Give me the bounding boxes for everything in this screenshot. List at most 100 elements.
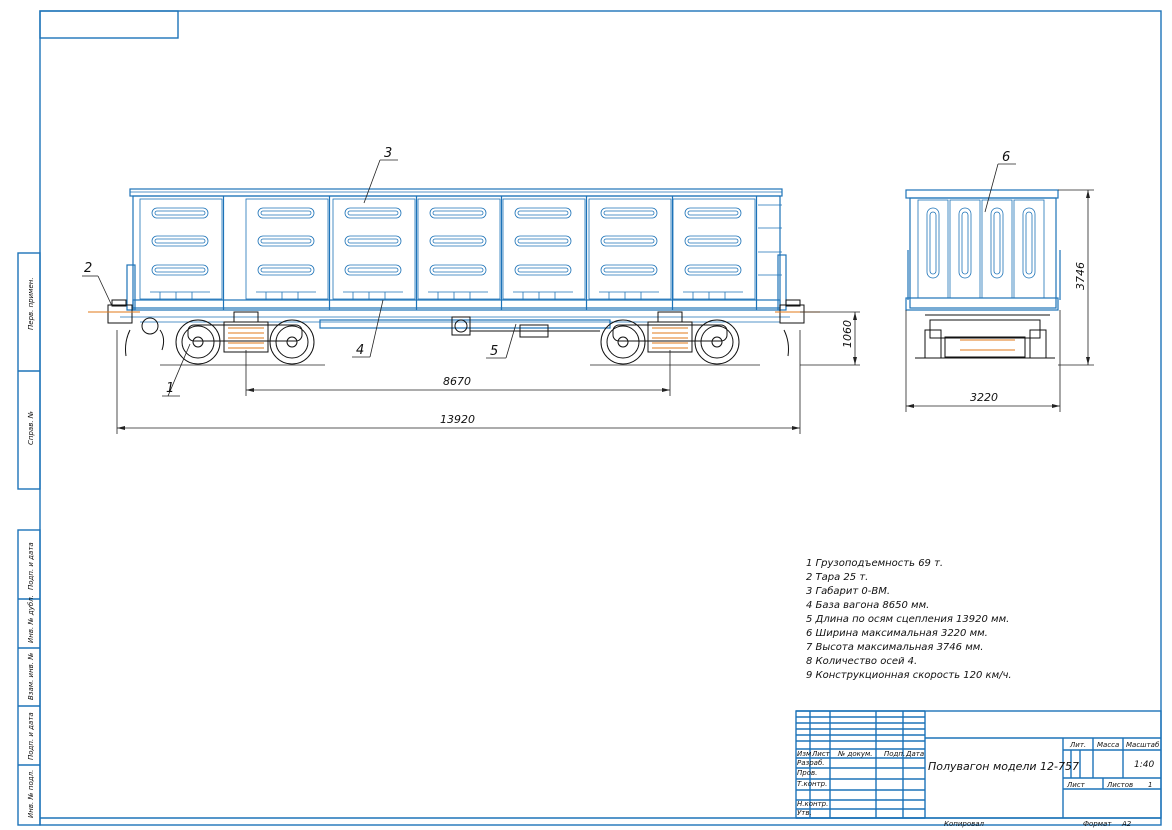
slot — [429, 207, 487, 219]
tb-mass: Масса — [1097, 741, 1119, 749]
tb-header-date: Дата — [905, 750, 924, 758]
slot-inner — [154, 267, 206, 273]
tb-format-label: Формат — [1083, 820, 1112, 828]
end-panel-3 — [981, 199, 1013, 299]
leader-6: 6 — [1002, 150, 1010, 165]
slot — [344, 207, 402, 219]
title-block: Изм Лист № докум. Подп. Дата Разраб. Про… — [40, 710, 1162, 828]
slot — [514, 207, 572, 219]
note-5: 5 Длина по осям сцепления 13920 мм. — [806, 614, 1009, 625]
slot-inner — [347, 210, 399, 216]
slot-inner — [517, 238, 569, 244]
technical-drawing: Перв. примен. Справ. № Подп. и дата Инв.… — [17, 10, 1162, 828]
dim-height: 3746 — [1074, 262, 1087, 290]
slot — [429, 235, 487, 247]
note-9: 9 Конструкционная скорость 120 км/ч. — [806, 670, 1012, 681]
leader-1: 1 — [166, 381, 174, 396]
end-view — [905, 189, 1061, 359]
tb-lit: Лит. — [1069, 741, 1086, 749]
leader-5: 5 — [490, 344, 498, 359]
end-slot — [1022, 207, 1036, 279]
wheel-inner — [181, 325, 215, 359]
wheel-inner — [275, 325, 309, 359]
axle — [192, 336, 204, 348]
end-slot-inner — [993, 211, 1001, 275]
tb-format-value: А2 — [1121, 820, 1132, 828]
end-panel-4 — [1013, 199, 1045, 299]
axle — [711, 336, 723, 348]
tb-sheets: Листов — [1106, 781, 1133, 789]
stamp-label-7: Инв. № подл. — [27, 770, 35, 818]
slot-inner — [687, 210, 739, 216]
slot-inner — [603, 210, 655, 216]
slot — [429, 264, 487, 276]
wheel — [269, 319, 315, 365]
slot — [257, 264, 315, 276]
dim-coupling-length: 13920 — [440, 413, 475, 426]
dimensions: 8670 13920 1060 3746 3220 — [116, 189, 1094, 434]
slot-inner — [603, 238, 655, 244]
slot — [514, 264, 572, 276]
leader-4: 4 — [356, 343, 364, 358]
note-7: 7 Высота максимальная 3746 мм. — [806, 642, 983, 653]
side-view — [88, 188, 820, 366]
tb-header-sign: Подп. — [884, 750, 905, 758]
coupler-right — [775, 299, 820, 357]
slot-inner — [603, 267, 655, 273]
tb-row-utv: Утв. — [797, 809, 812, 817]
leader-2: 2 — [84, 261, 92, 276]
leader-3: 3 — [384, 146, 392, 161]
slot — [600, 207, 658, 219]
slot — [600, 235, 658, 247]
slot-inner — [154, 238, 206, 244]
end-slot — [990, 207, 1004, 279]
end-slot — [926, 207, 940, 279]
sheet-frame — [17, 10, 1162, 826]
slot-inner — [347, 267, 399, 273]
tb-scale-value: 1:40 — [1134, 760, 1154, 770]
end-slot — [958, 207, 972, 279]
tb-header-izm: Изм — [797, 750, 812, 758]
slot-inner — [432, 210, 484, 216]
slot — [257, 207, 315, 219]
slot-inner — [432, 267, 484, 273]
slot-inner — [154, 210, 206, 216]
note-3: 3 Габарит 0-ВМ. — [806, 585, 890, 597]
tb-title: Полувагон модели 12-757 — [928, 760, 1079, 773]
end-panels — [917, 199, 1045, 299]
dim-coupler-height: 1060 — [841, 320, 854, 348]
slot — [344, 235, 402, 247]
stamp-label-2: Справ. № — [27, 411, 35, 445]
slot — [684, 235, 742, 247]
tb-sheets-value: 1 — [1148, 781, 1152, 789]
tb-row-razrab: Разраб. — [797, 759, 825, 767]
wheel — [175, 319, 221, 365]
wheel-inner — [700, 325, 734, 359]
slot — [151, 207, 209, 219]
slot — [257, 235, 315, 247]
tb-sheet: Лист — [1066, 781, 1086, 789]
end-slot-inner — [1025, 211, 1033, 275]
note-4: 4 База вагона 8650 мм. — [806, 600, 929, 611]
axle — [286, 336, 298, 348]
tb-header-doc: № докум. — [837, 750, 873, 758]
stamp-label-3: Подп. и дата — [27, 542, 35, 590]
slot-inner — [687, 238, 739, 244]
note-2: 2 Тара 25 т. — [806, 572, 868, 583]
slot-inner — [260, 238, 312, 244]
dim-wheelbase: 8670 — [443, 375, 471, 388]
end-panel-2 — [949, 199, 981, 299]
note-6: 6 Ширина максимальная 3220 мм. — [806, 628, 988, 639]
note-1: 1 Грузоподъемность 69 т. — [806, 558, 943, 569]
slot-inner — [687, 267, 739, 273]
slot — [151, 235, 209, 247]
note-8: 8 Количество осей 4. — [806, 656, 917, 667]
end-slot-inner — [961, 211, 969, 275]
tb-scale-label: Масштаб — [1126, 741, 1160, 749]
technical-notes: 1 Грузоподъемность 69 т. 2 Тара 25 т. 3 … — [806, 558, 1012, 681]
tb-copied: Копировал — [944, 820, 985, 828]
slot — [514, 235, 572, 247]
wheel — [694, 319, 740, 365]
tb-row-prov: Пров. — [797, 769, 817, 777]
end-slot-inner — [929, 211, 937, 275]
